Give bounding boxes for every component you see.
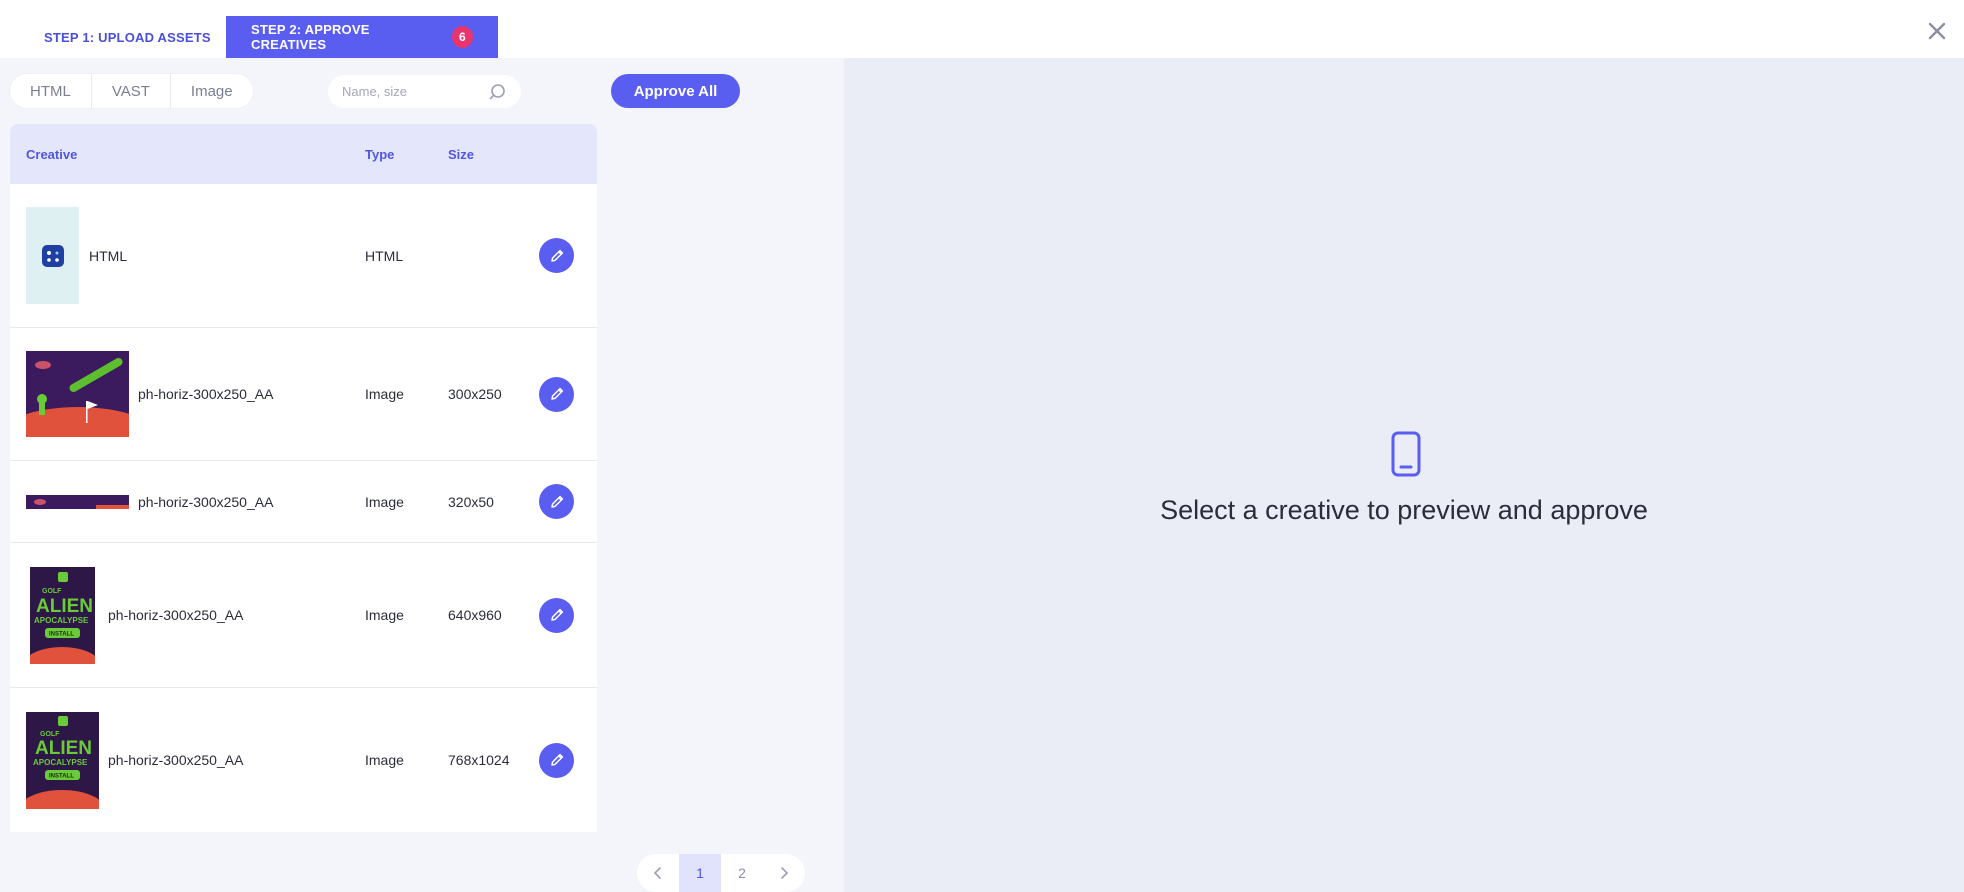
html5-icon: [41, 244, 64, 267]
creative-type: HTML: [365, 247, 404, 264]
banner-image: [26, 495, 129, 509]
creative-name: ph-horiz-300x250_AA: [138, 386, 274, 402]
tab-upload-assets[interactable]: STEP 1: UPLOAD ASSETS: [19, 16, 236, 58]
creative-name: HTML: [89, 247, 128, 264]
approve-all-button[interactable]: Approve All: [611, 74, 740, 108]
table-row[interactable]: GOLF ALIEN APOCALYPSE INSTALL ph-horiz-3…: [10, 543, 597, 688]
creative-type: Image: [365, 386, 404, 402]
creative-thumbnail: [26, 495, 129, 509]
table-row[interactable]: ph-horiz-300x250_AA Image 300x250: [10, 328, 597, 467]
creative-thumbnail: GOLF ALIEN APOCALYPSE INSTALL: [22, 567, 102, 687]
alien-golf-scene-image: [10, 351, 158, 467]
poster-text-install: INSTALL: [49, 632, 74, 638]
table-row[interactable]: ph-horiz-300x250_AA Image 320x50: [10, 461, 597, 543]
alien-apocalypse-poster-image: GOLF ALIEN APOCALYPSE INSTALL: [22, 567, 102, 687]
creative-type: Image: [365, 752, 404, 768]
alien-apocalypse-poster-image: GOLF ALIEN APOCALYPSE INSTALL: [17, 712, 107, 832]
filter-html[interactable]: HTML: [10, 74, 92, 108]
creative-size: 768x1024: [448, 752, 510, 768]
creative-size: 320x50: [448, 493, 494, 510]
page-1-button[interactable]: 1: [679, 854, 721, 892]
preview-empty-message: Select a creative to preview and approve: [1160, 495, 1648, 525]
creative-thumbnail: [10, 351, 158, 467]
column-header-size[interactable]: Size: [448, 147, 474, 162]
table-row[interactable]: GOLF ALIEN APOCALYPSE INSTALL ph-horiz-3…: [10, 688, 597, 832]
pagination: 1 2: [637, 854, 805, 892]
poster-text-golf: GOLF: [42, 588, 62, 595]
tab-approve-creatives[interactable]: STEP 2: APPROVE CREATIVES 6: [226, 16, 498, 58]
column-header-creative[interactable]: Creative: [26, 147, 77, 162]
edit-button[interactable]: [539, 484, 574, 519]
filter-image[interactable]: Image: [171, 74, 253, 108]
creative-name: ph-horiz-300x250_AA: [108, 752, 244, 768]
close-icon[interactable]: [1924, 18, 1950, 44]
type-filter-group: HTML VAST Image: [10, 74, 253, 108]
pencil-icon: [550, 387, 563, 400]
pencil-icon: [550, 753, 563, 766]
edit-button[interactable]: [539, 597, 574, 633]
table-row[interactable]: HTML HTML: [10, 184, 597, 328]
html-thumbnail: [26, 207, 79, 304]
tab-approve-creatives-label: STEP 2: APPROVE CREATIVES: [251, 22, 370, 52]
creative-name: ph-horiz-300x250_AA: [108, 607, 244, 623]
top-bar: STEP 1: UPLOAD ASSETS STEP 2: APPROVE CR…: [0, 0, 1964, 58]
edit-button[interactable]: [539, 238, 574, 273]
pencil-icon: [550, 495, 563, 508]
creative-type: Image: [365, 493, 404, 510]
search-input[interactable]: [342, 84, 482, 99]
creative-size: 640x960: [448, 607, 502, 623]
preview-panel: Select a creative to preview and approve: [844, 58, 1964, 892]
poster-text-golf: GOLF: [40, 731, 60, 738]
creative-name: ph-horiz-300x250_AA: [138, 493, 274, 510]
pencil-icon: [550, 608, 563, 621]
poster-text-alien: ALIEN: [36, 596, 93, 617]
creative-type: Image: [365, 607, 404, 623]
pencil-icon: [550, 249, 563, 262]
poster-text-apocalypse: APOCALYPSE: [33, 758, 88, 767]
creative-thumbnail: GOLF ALIEN APOCALYPSE INSTALL: [17, 712, 107, 832]
poster-text-apocalypse: APOCALYPSE: [34, 616, 89, 625]
creatives-panel: HTML VAST Image Approve All Creative Typ…: [0, 58, 844, 892]
chevron-right-icon[interactable]: [763, 854, 805, 892]
tab-upload-assets-label: STEP 1: UPLOAD ASSETS: [44, 29, 211, 45]
poster-text-install: INSTALL: [49, 774, 74, 780]
column-header-type[interactable]: Type: [365, 147, 394, 162]
creative-size: 300x250: [448, 386, 502, 402]
phone-icon: [1391, 431, 1421, 482]
search-box: [328, 75, 521, 108]
page-2-button[interactable]: 2: [721, 854, 763, 892]
search-icon[interactable]: [487, 82, 507, 102]
filter-vast[interactable]: VAST: [92, 74, 171, 108]
table-header: Creative Type Size: [10, 124, 597, 184]
edit-button[interactable]: [539, 376, 574, 412]
creatives-count-badge: 6: [451, 26, 473, 48]
chevron-left-icon[interactable]: [637, 854, 679, 892]
edit-button[interactable]: [539, 742, 574, 778]
creatives-table: Creative Type Size HTML HTML ph-horiz-30…: [10, 124, 597, 832]
poster-text-alien: ALIEN: [35, 738, 92, 759]
